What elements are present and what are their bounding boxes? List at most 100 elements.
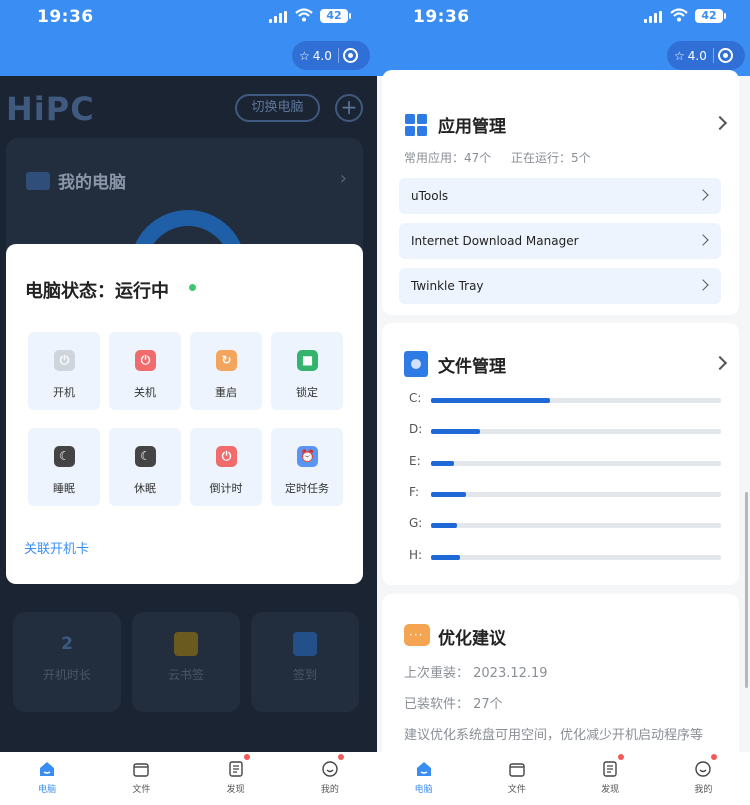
document-icon bbox=[228, 761, 243, 777]
tab-mine[interactable]: 我的 bbox=[283, 752, 377, 805]
sleep-button[interactable]: ☾ 睡眠 bbox=[28, 428, 100, 506]
card-title: 我的电脑 bbox=[58, 173, 126, 193]
drive-label: F: bbox=[409, 485, 420, 499]
scheduled-task-button[interactable]: ⏰ 定时任务 bbox=[271, 428, 343, 506]
shutdown-button[interactable]: ⏻ 关机 bbox=[109, 332, 181, 410]
chevron-right-icon[interactable] bbox=[712, 355, 728, 371]
disk-icon bbox=[404, 351, 428, 377]
app-management-title: 应用管理 bbox=[438, 117, 506, 137]
tab-mine[interactable]: 我的 bbox=[657, 752, 750, 805]
smile-icon bbox=[695, 761, 712, 777]
capsule-label: 4.0 bbox=[687, 48, 707, 63]
document-icon bbox=[603, 761, 617, 777]
tab-label: 电脑 bbox=[414, 785, 433, 795]
power-icon: ⏻ bbox=[54, 350, 75, 371]
power-on-button[interactable]: ⏻ 开机 bbox=[28, 332, 100, 410]
tab-label: 文件 bbox=[507, 785, 526, 795]
folder-icon bbox=[509, 763, 525, 777]
tab-computer[interactable]: 电脑 bbox=[0, 752, 94, 805]
switch-computer-button[interactable]: 切换电脑 bbox=[235, 94, 320, 122]
restart-button[interactable]: ↻ 重启 bbox=[190, 332, 262, 410]
signal-icon bbox=[269, 11, 289, 23]
record-icon[interactable] bbox=[343, 48, 358, 63]
home-icon bbox=[40, 762, 55, 776]
file-management-title: 文件管理 bbox=[438, 357, 506, 377]
chevron-right-icon bbox=[697, 279, 709, 291]
record-icon[interactable] bbox=[718, 48, 733, 63]
timer-power-icon: ⏻ bbox=[216, 446, 237, 467]
drive-usage-fill bbox=[431, 429, 481, 434]
tile-bookmarks[interactable]: 云书签 bbox=[132, 612, 240, 712]
lock-label: 锁定 bbox=[296, 386, 318, 399]
hibernate-label: 休眠 bbox=[134, 482, 156, 495]
tab-label: 发现 bbox=[226, 785, 245, 795]
status-bar: 19:36 42 ☆ 4.0 bbox=[377, 0, 750, 76]
optimization-advice: 建议优化系统盘可用空间，优化减少开机启动程序等 bbox=[404, 728, 704, 743]
monitor-icon bbox=[26, 172, 50, 190]
drive-bar[interactable]: G: bbox=[409, 516, 724, 532]
checkin-label: 签到 bbox=[292, 668, 317, 682]
tab-label: 我的 bbox=[320, 785, 339, 795]
restart-label: 重启 bbox=[215, 386, 237, 399]
drive-bar[interactable]: E: bbox=[409, 454, 724, 470]
chevron-right-icon bbox=[697, 189, 709, 201]
tab-bar: 电脑 文件 发现 我的 bbox=[0, 752, 377, 805]
status-time: 19:36 bbox=[37, 7, 94, 27]
tab-discover[interactable]: 发现 bbox=[189, 752, 283, 805]
app-row-utools[interactable]: uTools bbox=[399, 178, 721, 214]
drive-usage-fill bbox=[431, 398, 550, 403]
smile-icon bbox=[322, 761, 338, 777]
notification-dot bbox=[711, 754, 718, 760]
app-name: Twinkle Tray bbox=[411, 279, 484, 293]
scheduled-task-label: 定时任务 bbox=[285, 482, 329, 495]
optimization-title: 优化建议 bbox=[438, 629, 506, 649]
status-time: 19:36 bbox=[413, 7, 470, 27]
drive-usage-fill bbox=[431, 461, 455, 466]
tab-discover[interactable]: 发现 bbox=[564, 752, 657, 805]
drive-bar[interactable]: F: bbox=[409, 485, 724, 501]
notification-dot bbox=[243, 754, 250, 760]
mini-capsule[interactable]: ☆ 4.0 bbox=[667, 41, 745, 70]
app-row-twinkle-tray[interactable]: Twinkle Tray bbox=[399, 268, 721, 304]
drive-bar[interactable]: C: bbox=[409, 391, 724, 407]
shutdown-label: 关机 bbox=[134, 386, 156, 399]
chat-bubble-icon: ··· bbox=[404, 624, 430, 646]
tile-checkin[interactable]: 签到 bbox=[251, 612, 359, 712]
drive-bar[interactable]: H: bbox=[409, 548, 724, 564]
sleep-label: 睡眠 bbox=[53, 482, 75, 495]
power-off-icon: ⏻ bbox=[135, 350, 156, 371]
uptime-value: 2 bbox=[61, 634, 73, 654]
folder-icon bbox=[174, 632, 198, 656]
moon-icon: ☾ bbox=[54, 446, 75, 467]
app-row-idm[interactable]: Internet Download Manager bbox=[399, 223, 721, 259]
add-icon[interactable]: + bbox=[335, 94, 363, 122]
tab-computer[interactable]: 电脑 bbox=[377, 752, 470, 805]
chevron-right-icon[interactable] bbox=[712, 115, 728, 131]
capsule-label: 4.0 bbox=[312, 48, 332, 63]
tab-files[interactable]: 文件 bbox=[94, 752, 188, 805]
mini-capsule[interactable]: ☆ 4.0 bbox=[292, 41, 370, 70]
alarm-icon: ⏰ bbox=[297, 446, 318, 467]
battery-icon: 42 bbox=[695, 9, 726, 23]
countdown-button[interactable]: ⏻ 倒计时 bbox=[190, 428, 262, 506]
chevron-right-icon bbox=[697, 234, 709, 246]
apps-grid-icon bbox=[405, 114, 427, 136]
power-on-label: 开机 bbox=[53, 386, 75, 399]
star-icon: ☆ bbox=[674, 48, 685, 63]
drive-bar[interactable]: D: bbox=[409, 422, 724, 438]
drive-label: E: bbox=[409, 454, 421, 468]
drive-usage-fill bbox=[431, 555, 460, 560]
scrollbar[interactable] bbox=[745, 492, 748, 688]
tab-label: 发现 bbox=[601, 785, 620, 795]
hibernate-button[interactable]: ☾ 休眠 bbox=[109, 428, 181, 506]
computer-status: 电脑状态：运行中 bbox=[25, 281, 169, 302]
star-icon: ☆ bbox=[299, 48, 310, 63]
running-apps-count: 正在运行：5个 bbox=[511, 151, 591, 165]
drive-label: H: bbox=[409, 548, 423, 562]
home-icon bbox=[416, 762, 431, 776]
tab-files[interactable]: 文件 bbox=[470, 752, 563, 805]
lock-button[interactable]: ■ 锁定 bbox=[271, 332, 343, 410]
notification-dot bbox=[618, 754, 625, 760]
link-boot-card[interactable]: 关联开机卡 bbox=[24, 538, 89, 557]
tile-uptime[interactable]: 2 开机时长 bbox=[13, 612, 121, 712]
